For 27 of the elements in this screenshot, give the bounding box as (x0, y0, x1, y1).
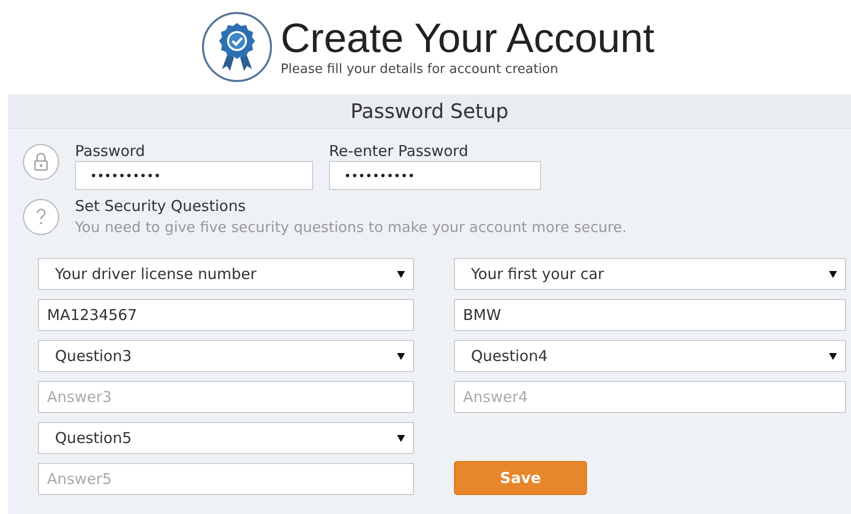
security-hint: You need to give five security questions to make your account more secure. (75, 219, 627, 238)
question-dropdown[interactable]: Your driver license number (38, 258, 414, 290)
answer-field[interactable]: Answer4 (454, 381, 846, 413)
answer-field[interactable]: BMW (454, 299, 846, 331)
caret-icon (397, 352, 405, 360)
page-subtitle: Please fill your details for account creation (280, 62, 560, 78)
question-dropdown[interactable]: Your first your car (454, 258, 846, 290)
security-title: Set Security Questions (75, 196, 247, 216)
answer-field[interactable]: Answer5 (38, 463, 414, 495)
question-dropdown[interactable]: Question5 (38, 422, 414, 454)
page-title: Create Your Account (280, 16, 654, 60)
question-icon (22, 198, 60, 236)
question-dropdown[interactable]: Question4 (454, 340, 846, 372)
answer-field[interactable]: MA1234567 (38, 299, 414, 331)
password-field[interactable]: •••••••••• (329, 161, 541, 190)
award-badge-icon (200, 11, 273, 83)
caret-icon (397, 434, 405, 442)
field-label: Password (75, 141, 146, 161)
caret-icon (829, 352, 837, 360)
lock-icon (22, 143, 60, 181)
caret-icon (829, 270, 837, 278)
caret-icon (397, 270, 405, 278)
question-dropdown[interactable]: Question3 (38, 340, 414, 372)
password-field[interactable]: •••••••••• (75, 161, 313, 190)
answer-field[interactable]: Answer3 (38, 381, 414, 413)
section-title: Password Setup (8, 94, 851, 129)
field-label: Re-enter Password (329, 141, 470, 161)
